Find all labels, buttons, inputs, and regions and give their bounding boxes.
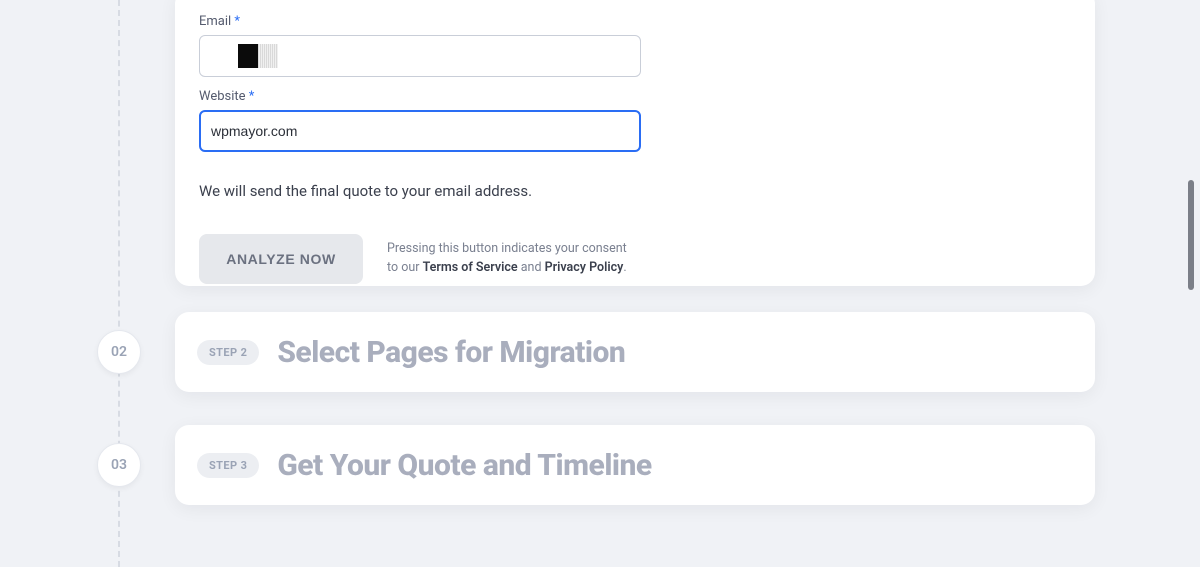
email-label: Email *: [199, 14, 1071, 29]
website-field[interactable]: [199, 110, 641, 152]
step-title: Get Your Quote and Timeline: [277, 448, 651, 483]
info-text: We will send the final quote to your ema…: [199, 182, 1071, 200]
step-indicator-03: 03: [97, 443, 141, 487]
step-pill: STEP 2: [197, 340, 259, 365]
redacted-text-icon: [258, 44, 278, 68]
step-number: 02: [111, 344, 127, 360]
terms-of-service-link[interactable]: Terms of Service: [423, 260, 518, 275]
email-field[interactable]: [199, 35, 641, 77]
scrollbar-thumb[interactable]: [1188, 180, 1194, 290]
form-card: Email * Website * We will send the final…: [175, 0, 1095, 286]
step-indicator-02: 02: [97, 330, 141, 374]
analyze-now-button[interactable]: ANALYZE NOW: [199, 234, 363, 284]
step-2-card[interactable]: STEP 2 Select Pages for Migration: [175, 312, 1095, 392]
step-title: Select Pages for Migration: [277, 335, 625, 370]
step-3-card[interactable]: STEP 3 Get Your Quote and Timeline: [175, 425, 1095, 505]
required-star: *: [234, 14, 240, 29]
step-pill: STEP 3: [197, 453, 259, 478]
step-number: 03: [111, 457, 127, 473]
website-label: Website *: [199, 89, 1071, 104]
consent-text: Pressing this button indicates your cons…: [387, 240, 627, 278]
privacy-policy-link[interactable]: Privacy Policy: [545, 260, 624, 275]
redacted-text-icon: [238, 44, 258, 68]
required-star: *: [249, 89, 255, 104]
